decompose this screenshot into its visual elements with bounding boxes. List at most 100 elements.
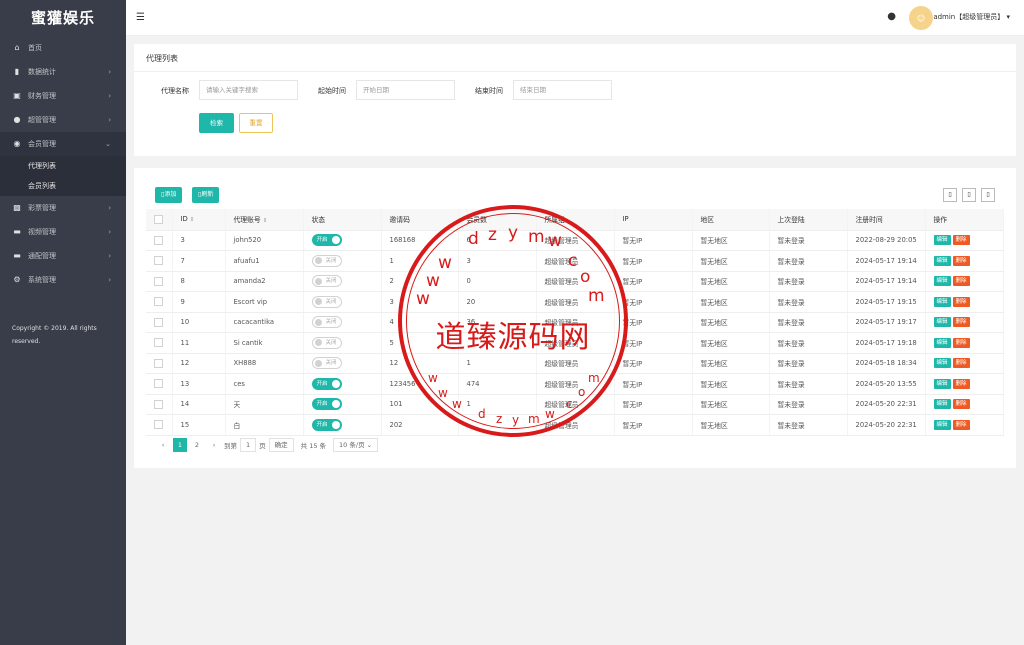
sidebar-item-system[interactable]: ⚙ 系统管理 › (0, 268, 126, 292)
delete-button[interactable]: 删除 (952, 399, 970, 410)
row-checkbox[interactable] (154, 317, 163, 327)
sidebar: 蜜獾娱乐 ⌂ 首页 ▮ 数据统计 › ▣ 财务管理 › ● 超管管理 › ◉ 会员管理 ⌄ 代理列… (0, 0, 126, 645)
refresh-label: 刷新 (201, 191, 214, 198)
cell-invite-code: 1 (381, 250, 459, 272)
gamepad-icon: ▩ (13, 203, 21, 212)
edit-button[interactable]: 编辑 (933, 337, 951, 348)
columns-filter-icon[interactable]: ▯ (943, 188, 957, 202)
edit-button[interactable]: 编辑 (933, 255, 951, 266)
edit-button[interactable]: 编辑 (933, 276, 951, 287)
delete-button[interactable]: 删除 (952, 255, 970, 266)
page-2[interactable]: 2 (190, 438, 204, 452)
avatar[interactable]: ☺ (909, 6, 933, 30)
refresh-button[interactable]: ▯刷新 (192, 187, 220, 203)
cell-region: 暂无地区 (692, 312, 770, 333)
table-row: 10 cacacantika 关闭 4 36 超级管理员 暂无IP 暂无地区 暂未登录 2024-… (146, 312, 1004, 333)
status-toggle[interactable]: 开启 (311, 398, 342, 411)
sidebar-item-members[interactable]: ◉ 会员管理 ⌄ (0, 132, 126, 156)
col-account-label: 代理账号 (233, 216, 261, 225)
row-checkbox[interactable] (154, 420, 163, 430)
delete-button[interactable]: 删除 (952, 419, 970, 430)
sidebar-subitem-members[interactable]: 会员列表 (0, 176, 126, 196)
cell-reg-time: 2024-05-18 18:34 (847, 353, 926, 374)
cell-reg-time: 2024-05-17 19:14 (847, 271, 926, 292)
delete-button[interactable]: 删除 (952, 337, 970, 348)
confirm-button[interactable]: 确定 (268, 438, 294, 452)
sidebar-item-superadmin[interactable]: ● 超管管理 › (0, 108, 126, 132)
edit-button[interactable]: 编辑 (933, 419, 951, 430)
end-date-input[interactable]: 结束日期 (513, 80, 612, 100)
cell-ip: 暂无IP (614, 394, 693, 415)
row-checkbox[interactable] (154, 379, 163, 389)
delete-button[interactable]: 删除 (952, 317, 970, 328)
status-toggle[interactable]: 关闭 (311, 295, 342, 308)
user-icon: ● (13, 115, 21, 124)
user-menu[interactable]: admin【超级管理员】 ▾ (933, 12, 1010, 22)
prev-page-icon[interactable]: ‹ (156, 438, 170, 452)
edit-button[interactable]: 编辑 (933, 358, 951, 369)
next-page-icon[interactable]: › (207, 438, 221, 452)
row-checkbox[interactable] (154, 358, 163, 368)
sort-icon[interactable]: ⇕ (190, 217, 195, 223)
cell-status: 关闭 (303, 332, 382, 354)
sidebar-item-lottery[interactable]: ▩ 彩票管理 › (0, 196, 126, 220)
cell-account: amanda2 (225, 271, 304, 292)
status-toggle[interactable]: 开启 (311, 234, 342, 247)
row-checkbox[interactable] (154, 276, 163, 286)
sidebar-item-finance[interactable]: ▣ 财务管理 › (0, 84, 126, 108)
print-icon[interactable]: ▯ (981, 188, 995, 202)
sidebar-item-video[interactable]: ▬ 视频管理 › (0, 220, 126, 244)
sort-icon[interactable]: ⇕ (263, 218, 268, 224)
export-icon[interactable]: ▯ (962, 188, 976, 202)
edit-button[interactable]: 编辑 (933, 235, 951, 246)
row-checkbox[interactable] (154, 338, 163, 348)
sidebar-item-config[interactable]: ▬ 通配管理 › (0, 244, 126, 268)
agent-name-input[interactable]: 请输入关键字搜索 (199, 80, 298, 100)
edit-button[interactable]: 编辑 (933, 399, 951, 410)
row-checkbox[interactable] (154, 256, 163, 266)
divider (134, 71, 1016, 72)
delete-button[interactable]: 删除 (952, 235, 970, 246)
edit-button[interactable]: 编辑 (933, 378, 951, 389)
total-count: 共 15 条 (300, 442, 327, 450)
status-toggle[interactable]: 开启 (311, 418, 342, 431)
home-icon: ⌂ (14, 43, 20, 52)
row-select-cell (146, 353, 173, 374)
delete-button[interactable]: 删除 (952, 358, 970, 369)
page-1[interactable]: 1 (173, 438, 187, 452)
edit-button[interactable]: 编辑 (933, 296, 951, 307)
status-toggle[interactable]: 关闭 (311, 254, 342, 267)
status-toggle[interactable]: 关闭 (311, 275, 342, 288)
status-toggle[interactable]: 关闭 (311, 357, 342, 370)
select-all-checkbox[interactable] (154, 214, 163, 224)
per-page-select[interactable]: 10 条/页 ⌄ (333, 438, 379, 452)
delete-button[interactable]: 删除 (952, 296, 970, 307)
sidebar-item-home[interactable]: ⌂ 首页 (0, 36, 126, 60)
status-toggle[interactable]: 关闭 (311, 316, 342, 329)
status-toggle[interactable]: 开启 (311, 377, 342, 390)
delete-button[interactable]: 删除 (952, 276, 970, 287)
cell-group: 超级管理员 (536, 332, 615, 354)
palette-icon[interactable]: ● (887, 11, 896, 22)
page-jump-input[interactable]: 1 (240, 438, 257, 452)
sidebar-subitem-agents[interactable]: 代理列表 (0, 156, 126, 176)
table-row: 8 amanda2 关闭 2 0 超级管理员 暂无IP 暂无地区 暂未登录 2024-05-17 … (146, 271, 1004, 292)
chevron-right-icon: › (108, 252, 111, 260)
edit-button[interactable]: 编辑 (933, 317, 951, 328)
reset-button[interactable]: 重置 (239, 113, 273, 133)
status-toggle[interactable]: 关闭 (311, 336, 342, 349)
cell-last-login: 暂未登录 (769, 414, 848, 436)
col-account[interactable]: 代理账号 ⇕ (225, 209, 304, 231)
delete-button[interactable]: 删除 (952, 378, 970, 389)
menu-toggle-icon[interactable]: ☰ (136, 12, 145, 23)
row-select-cell (146, 230, 173, 251)
search-button[interactable]: 检索 (199, 113, 234, 133)
cell-members: 1 (458, 353, 537, 374)
row-checkbox[interactable] (154, 235, 163, 245)
col-id[interactable]: ID ⇕ (172, 209, 226, 231)
add-button[interactable]: ▯添加 (155, 187, 183, 203)
sidebar-item-stats[interactable]: ▮ 数据统计 › (0, 60, 126, 84)
row-checkbox[interactable] (154, 399, 163, 409)
row-checkbox[interactable] (154, 297, 163, 307)
start-date-input[interactable]: 开始日期 (356, 80, 455, 100)
